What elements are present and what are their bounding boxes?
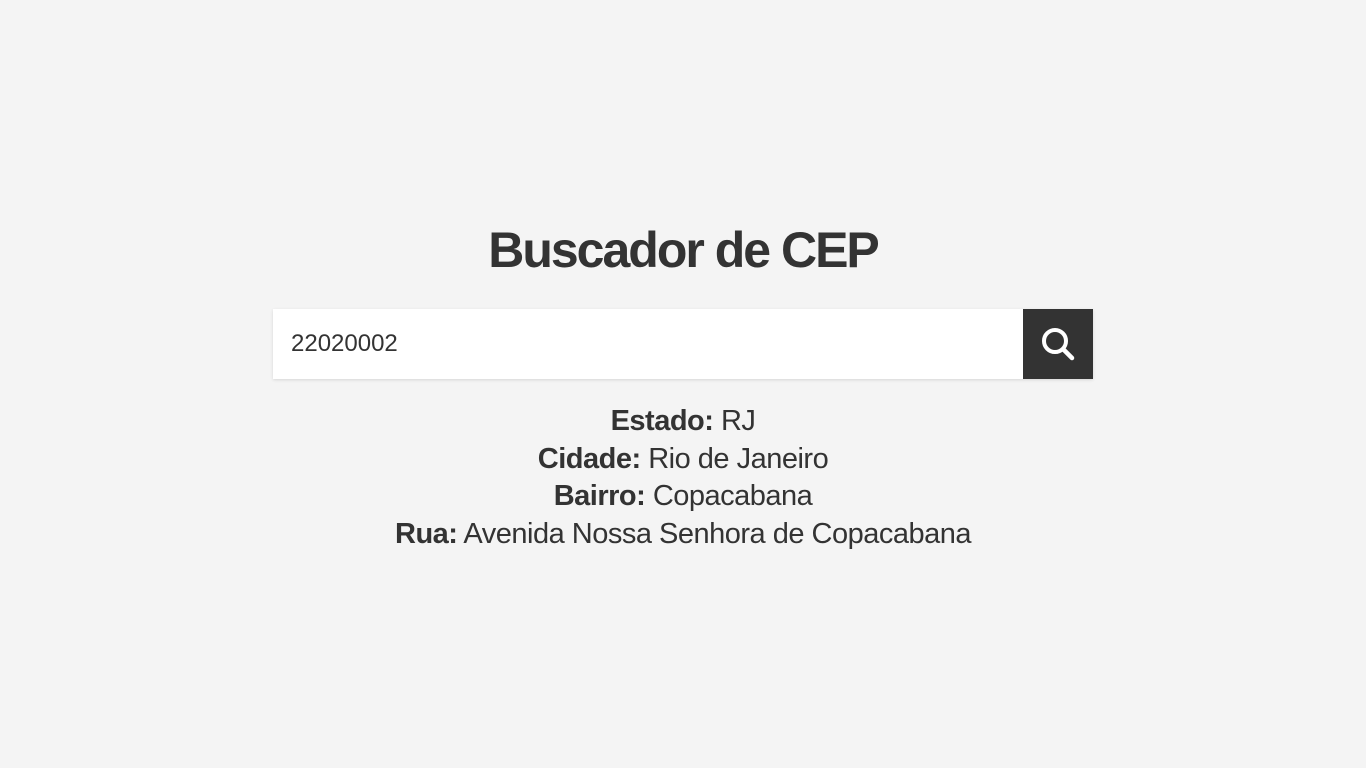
cep-finder: Buscador de CEP Estado: RJ Cidade: Rio d… [0, 220, 1366, 553]
rua-label: Rua: [395, 517, 458, 550]
result-estado: Estado: RJ [395, 403, 971, 441]
cidade-label: Cidade: [537, 442, 641, 475]
bairro-label: Bairro: [553, 480, 646, 512]
search-icon [1040, 326, 1076, 362]
cep-input[interactable] [273, 309, 1023, 379]
page-title: Buscador de CEP [488, 222, 880, 278]
estado-label: Estado: [610, 405, 714, 437]
address-results: Estado: RJ Cidade: Rio de Janeiro Bairro… [395, 403, 971, 553]
cidade-value: Rio de Janeiro [648, 442, 829, 475]
result-bairro: Bairro: Copacabana [395, 478, 971, 516]
estado-value: RJ [720, 405, 756, 437]
result-rua: Rua: Avenida Nossa Senhora de Copacabana [395, 516, 971, 554]
search-bar [273, 309, 1093, 379]
search-button[interactable] [1023, 309, 1093, 379]
result-cidade: Cidade: Rio de Janeiro [395, 441, 971, 479]
rua-value: Avenida Nossa Senhora de Copacabana [463, 517, 971, 550]
bairro-value: Copacabana [652, 480, 813, 512]
